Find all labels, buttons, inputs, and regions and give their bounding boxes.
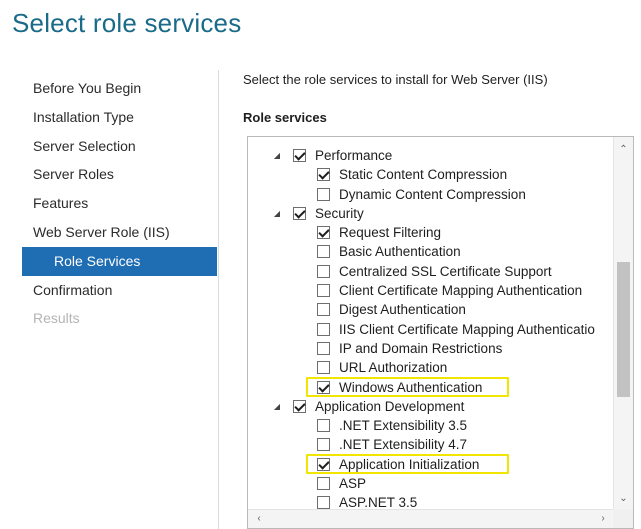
tree-item[interactable]: Basic Authentication bbox=[248, 242, 612, 261]
tree-item-label: Static Content Compression bbox=[339, 167, 508, 183]
nav-divider bbox=[218, 70, 219, 529]
checkbox[interactable] bbox=[317, 419, 330, 433]
checkbox[interactable] bbox=[317, 322, 330, 336]
checkbox[interactable] bbox=[317, 380, 330, 394]
tree-group[interactable]: ◢ Security bbox=[248, 204, 612, 223]
collapse-arrow-icon[interactable]: ◢ bbox=[271, 146, 283, 165]
tree-item[interactable]: Static Content Compression bbox=[248, 165, 612, 184]
page-title: Select role services bbox=[12, 8, 242, 38]
tree-item-label: Performance bbox=[315, 148, 393, 163]
tree-item-label: Dynamic Content Compression bbox=[339, 186, 526, 202]
horizontal-scrollbar[interactable]: ‹ › bbox=[248, 509, 614, 528]
tree-item-label: Application Initialization bbox=[339, 456, 480, 472]
checkbox[interactable] bbox=[317, 496, 330, 510]
tree-item-label: Basic Authentication bbox=[339, 244, 461, 260]
nav-item-results: Results bbox=[33, 310, 80, 327]
tree-item-label: Windows Authentication bbox=[339, 379, 483, 395]
nav-item-server-roles[interactable]: Server Roles bbox=[22, 160, 217, 189]
checkbox[interactable] bbox=[317, 284, 330, 298]
checkbox[interactable] bbox=[293, 206, 306, 220]
tree-item[interactable]: Windows Authentication bbox=[248, 376, 612, 397]
checkbox[interactable] bbox=[317, 361, 330, 375]
checkbox[interactable] bbox=[317, 245, 330, 259]
checkbox[interactable] bbox=[317, 341, 330, 355]
tree-item[interactable]: Dynamic Content Compression bbox=[248, 185, 612, 204]
checkbox[interactable] bbox=[317, 477, 330, 491]
checkbox[interactable] bbox=[317, 168, 330, 182]
scroll-thumb[interactable] bbox=[617, 262, 630, 397]
vertical-scrollbar[interactable]: ⌃ ⌄ bbox=[613, 137, 633, 510]
tree-item-label: Request Filtering bbox=[339, 225, 442, 241]
nav-item-web-server-role-iis[interactable]: Web Server Role (IIS) bbox=[22, 218, 217, 247]
tree-item-label: .NET Extensibility 4.7 bbox=[339, 437, 468, 453]
tree-item[interactable]: Application Initialization bbox=[248, 453, 612, 474]
checkbox[interactable] bbox=[317, 226, 330, 240]
chevron-left-icon[interactable]: ‹ bbox=[250, 510, 268, 528]
tree-item-label: IIS Client Certificate Mapping Authentic… bbox=[339, 321, 595, 337]
tree-item[interactable]: Request Filtering bbox=[248, 223, 612, 242]
checkbox[interactable] bbox=[317, 303, 330, 317]
chevron-up-icon[interactable]: ⌃ bbox=[614, 141, 633, 159]
role-services-tree[interactable]: ◢ Performance Static Content Compression Dy… bbox=[247, 136, 634, 529]
checkbox[interactable] bbox=[317, 264, 330, 278]
tree-item[interactable]: IIS Client Certificate Mapping Authentic… bbox=[248, 320, 612, 339]
tree-item-label: Digest Authentication bbox=[339, 302, 466, 318]
nav-item-confirmation[interactable]: Confirmation bbox=[22, 276, 217, 305]
tree-group[interactable]: ◢ Performance bbox=[248, 146, 612, 165]
checkbox[interactable] bbox=[293, 399, 306, 413]
tree-item-label: URL Authorization bbox=[339, 360, 448, 376]
tree-item-label: Centralized SSL Certificate Support bbox=[339, 263, 552, 279]
chevron-right-icon[interactable]: › bbox=[594, 510, 612, 528]
checkbox[interactable] bbox=[293, 149, 306, 162]
collapse-arrow-icon[interactable]: ◢ bbox=[271, 397, 283, 416]
nav-item-server-selection[interactable]: Server Selection bbox=[22, 132, 217, 161]
scrollbar-corner bbox=[613, 509, 633, 528]
tree-item-label: Application Development bbox=[315, 398, 465, 414]
tree-rows: ◢ Performance Static Content Compression Dy… bbox=[248, 146, 612, 513]
tree-item[interactable]: URL Authorization bbox=[248, 358, 612, 377]
tree-item[interactable]: .NET Extensibility 3.5 bbox=[248, 416, 612, 435]
tree-item[interactable]: Client Certificate Mapping Authenticatio… bbox=[248, 281, 612, 300]
nav-item-installation-type[interactable]: Installation Type bbox=[22, 103, 217, 132]
checkbox[interactable] bbox=[317, 438, 330, 452]
wizard-nav: Before You Begin Installation Type Server … bbox=[22, 74, 217, 333]
nav-item-role-services[interactable]: Role Services bbox=[22, 246, 217, 276]
collapse-arrow-icon[interactable]: ◢ bbox=[271, 204, 283, 223]
tree-item[interactable]: .NET Extensibility 4.7 bbox=[248, 435, 612, 454]
nav-item-features[interactable]: Features bbox=[22, 189, 217, 218]
tree-item[interactable]: ASP bbox=[248, 474, 612, 493]
tree-item[interactable]: Centralized SSL Certificate Support bbox=[248, 262, 612, 281]
tree-item[interactable]: Digest Authentication bbox=[248, 300, 612, 319]
tree-item-label: ASP bbox=[339, 476, 367, 492]
checkbox[interactable] bbox=[317, 457, 330, 471]
chevron-down-icon[interactable]: ⌄ bbox=[614, 490, 633, 508]
role-services-label: Role services bbox=[243, 110, 327, 125]
tree-item[interactable]: IP and Domain Restrictions bbox=[248, 339, 612, 358]
tree-item-label: .NET Extensibility 3.5 bbox=[339, 418, 468, 434]
tree-item-label: IP and Domain Restrictions bbox=[339, 340, 503, 356]
tree-group[interactable]: ◢ Application Development bbox=[248, 397, 612, 416]
tree-item-label: Security bbox=[315, 205, 364, 221]
checkbox[interactable] bbox=[317, 187, 330, 201]
intro-text: Select the role services to install for … bbox=[243, 72, 548, 87]
nav-item-before-you-begin[interactable]: Before You Begin bbox=[22, 74, 217, 103]
tree-item-label: Client Certificate Mapping Authenticatio… bbox=[339, 283, 583, 299]
